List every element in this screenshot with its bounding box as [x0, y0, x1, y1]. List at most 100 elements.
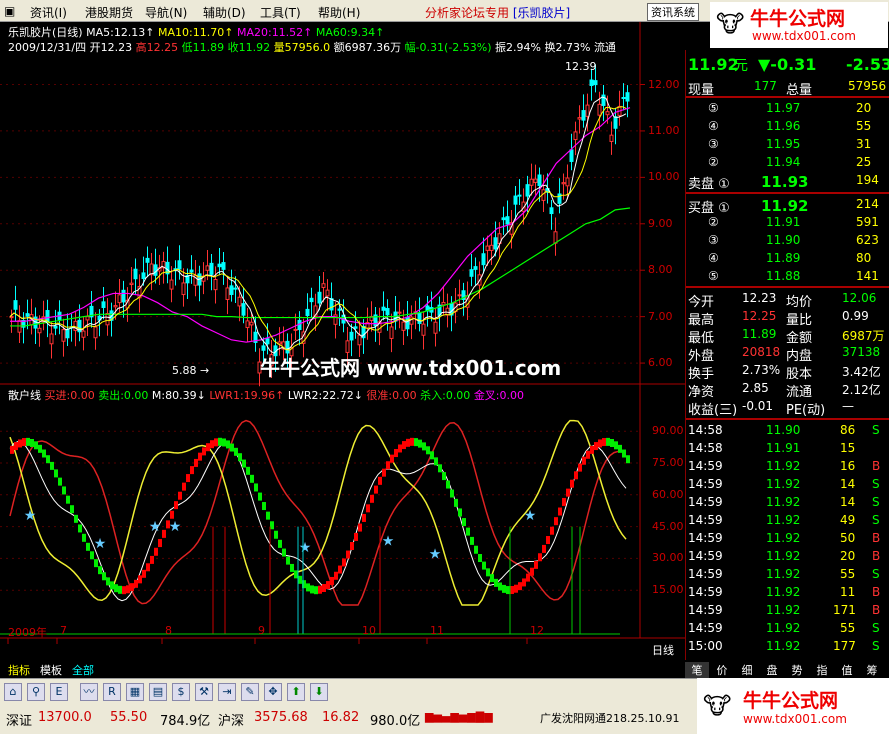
- tab-1[interactable]: 价: [710, 662, 734, 678]
- candle-body: [221, 262, 226, 270]
- candle-body: [353, 326, 358, 329]
- signal-block: [162, 529, 166, 538]
- etf-icon[interactable]: E: [50, 683, 68, 701]
- bid-volume: 80: [856, 251, 872, 265]
- tab-5[interactable]: 指: [810, 662, 834, 678]
- tools-icon[interactable]: ⚒: [195, 683, 213, 701]
- signal-block: [98, 566, 102, 575]
- signal-block: [310, 585, 314, 594]
- candle-body: [609, 134, 614, 142]
- candle-body: [229, 285, 234, 295]
- search-icon[interactable]: ⚲: [27, 683, 45, 701]
- candle-body: [213, 279, 218, 291]
- tick-price: 11.90: [766, 423, 801, 437]
- tab-4[interactable]: 势: [785, 662, 809, 678]
- signal-block: [378, 476, 382, 485]
- signal-block: [546, 536, 550, 545]
- menu-info[interactable]: 资讯(I): [30, 4, 67, 21]
- candle-body: [581, 110, 586, 121]
- indicator-tick-label: 15.00: [652, 583, 684, 597]
- signal-block: [570, 479, 574, 488]
- menu-help[interactable]: 帮助(H): [318, 4, 360, 21]
- move-icon[interactable]: ✥: [264, 683, 282, 701]
- signal-block: [102, 572, 106, 581]
- candle-body: [181, 282, 186, 296]
- up-arrow-icon[interactable]: ⬆: [287, 683, 305, 701]
- price-tick-label: 11.00: [648, 123, 680, 137]
- indicator-tab-2[interactable]: 全部: [72, 662, 94, 678]
- kline-icon[interactable]: 〰: [80, 683, 98, 701]
- chart-area[interactable]: ★ ★ ★ ★ ★ ★ ★ ★: [0, 22, 685, 660]
- quote-field-0: 2009/12/31/四 开12.23: [8, 41, 136, 54]
- signal-block: [210, 440, 214, 449]
- ma-label-1: MA5:12.13↑: [86, 26, 159, 39]
- tab-2[interactable]: 细: [735, 662, 759, 678]
- signal-block: [502, 584, 506, 593]
- signal-block: [278, 539, 282, 548]
- grid-icon[interactable]: ▤: [149, 683, 167, 701]
- stat-value-2: 3.42亿: [842, 365, 881, 379]
- indicator-tab-1[interactable]: 模板: [40, 662, 62, 678]
- candle-body: [293, 328, 298, 331]
- tick-price: 11.92: [766, 603, 801, 617]
- signal-block: [186, 474, 190, 483]
- tab-6[interactable]: 值: [835, 662, 859, 678]
- signal-block: [498, 582, 502, 591]
- hs-change: 16.82: [322, 710, 360, 725]
- menu-tools[interactable]: 工具(T): [260, 4, 301, 21]
- app-icon[interactable]: ▣: [4, 4, 15, 18]
- price-row: 11.92 元 ▼-0.31 -2.53: [686, 54, 889, 74]
- signal-block: [442, 472, 446, 481]
- signal-block: [562, 497, 566, 506]
- tick-price: 11.91: [766, 441, 801, 455]
- stat-row: 最低 11.89 金额 6987万: [686, 326, 889, 346]
- signal-block: [314, 586, 318, 595]
- signal-block: [10, 445, 14, 454]
- signal-block: [438, 464, 442, 473]
- tick-volume: 49: [840, 513, 856, 527]
- price-tick-label: 9.00: [648, 216, 673, 230]
- info-system-button[interactable]: 资讯系统: [647, 3, 699, 21]
- tab-3[interactable]: 盘: [760, 662, 784, 678]
- candle-body: [441, 301, 446, 306]
- down-arrow-icon[interactable]: ⬇: [310, 683, 328, 701]
- candle-body: [621, 97, 626, 100]
- signal-block: [618, 444, 622, 453]
- signal-block: [558, 507, 562, 516]
- pen-icon[interactable]: ✎: [241, 683, 259, 701]
- ask-row: ② 11.94 25: [686, 154, 889, 172]
- signal-block: [614, 441, 618, 450]
- tab-7[interactable]: 筹: [860, 662, 884, 678]
- tick-time: 14:59: [688, 567, 723, 581]
- menu-navigation[interactable]: 导航(N): [145, 4, 187, 21]
- tick-price: 11.92: [766, 585, 801, 599]
- table-icon[interactable]: ▦: [126, 683, 144, 701]
- signal-block: [30, 438, 34, 447]
- tab-0[interactable]: 笔: [685, 662, 709, 678]
- signal-block: [506, 586, 510, 595]
- menu-assist[interactable]: 辅助(D): [203, 4, 246, 21]
- signal-block: [590, 445, 594, 454]
- stat-value: 11.89: [742, 327, 777, 341]
- menu-hk-futures[interactable]: 港股期货: [85, 4, 133, 21]
- indicator-tick-label: 30.00: [652, 551, 684, 565]
- indicator-field-4: LWR1:19.96↑: [209, 389, 288, 402]
- signal-block: [78, 524, 82, 533]
- stat-row: 最高 12.25 量比 0.99: [686, 308, 889, 328]
- tick-volume: 55: [840, 567, 856, 581]
- signal-block: [70, 505, 74, 514]
- candle-body: [345, 340, 350, 353]
- chart-icon[interactable]: ⌂: [4, 683, 22, 701]
- stat-row: 换手 2.73% 股本 3.42亿: [686, 362, 889, 382]
- signal-block: [46, 455, 50, 464]
- tick-price: 11.92: [766, 639, 801, 653]
- signal-block: [130, 583, 134, 592]
- bid-label: ③: [708, 233, 719, 247]
- stat-value-2: 12.06: [842, 291, 877, 305]
- rsi-icon[interactable]: R: [103, 683, 121, 701]
- signal-block: [330, 576, 334, 585]
- export-icon[interactable]: ⇥: [218, 683, 236, 701]
- dollar-icon[interactable]: $: [172, 683, 190, 701]
- signal-block: [454, 498, 458, 507]
- indicator-tab-0[interactable]: 指标: [8, 662, 30, 678]
